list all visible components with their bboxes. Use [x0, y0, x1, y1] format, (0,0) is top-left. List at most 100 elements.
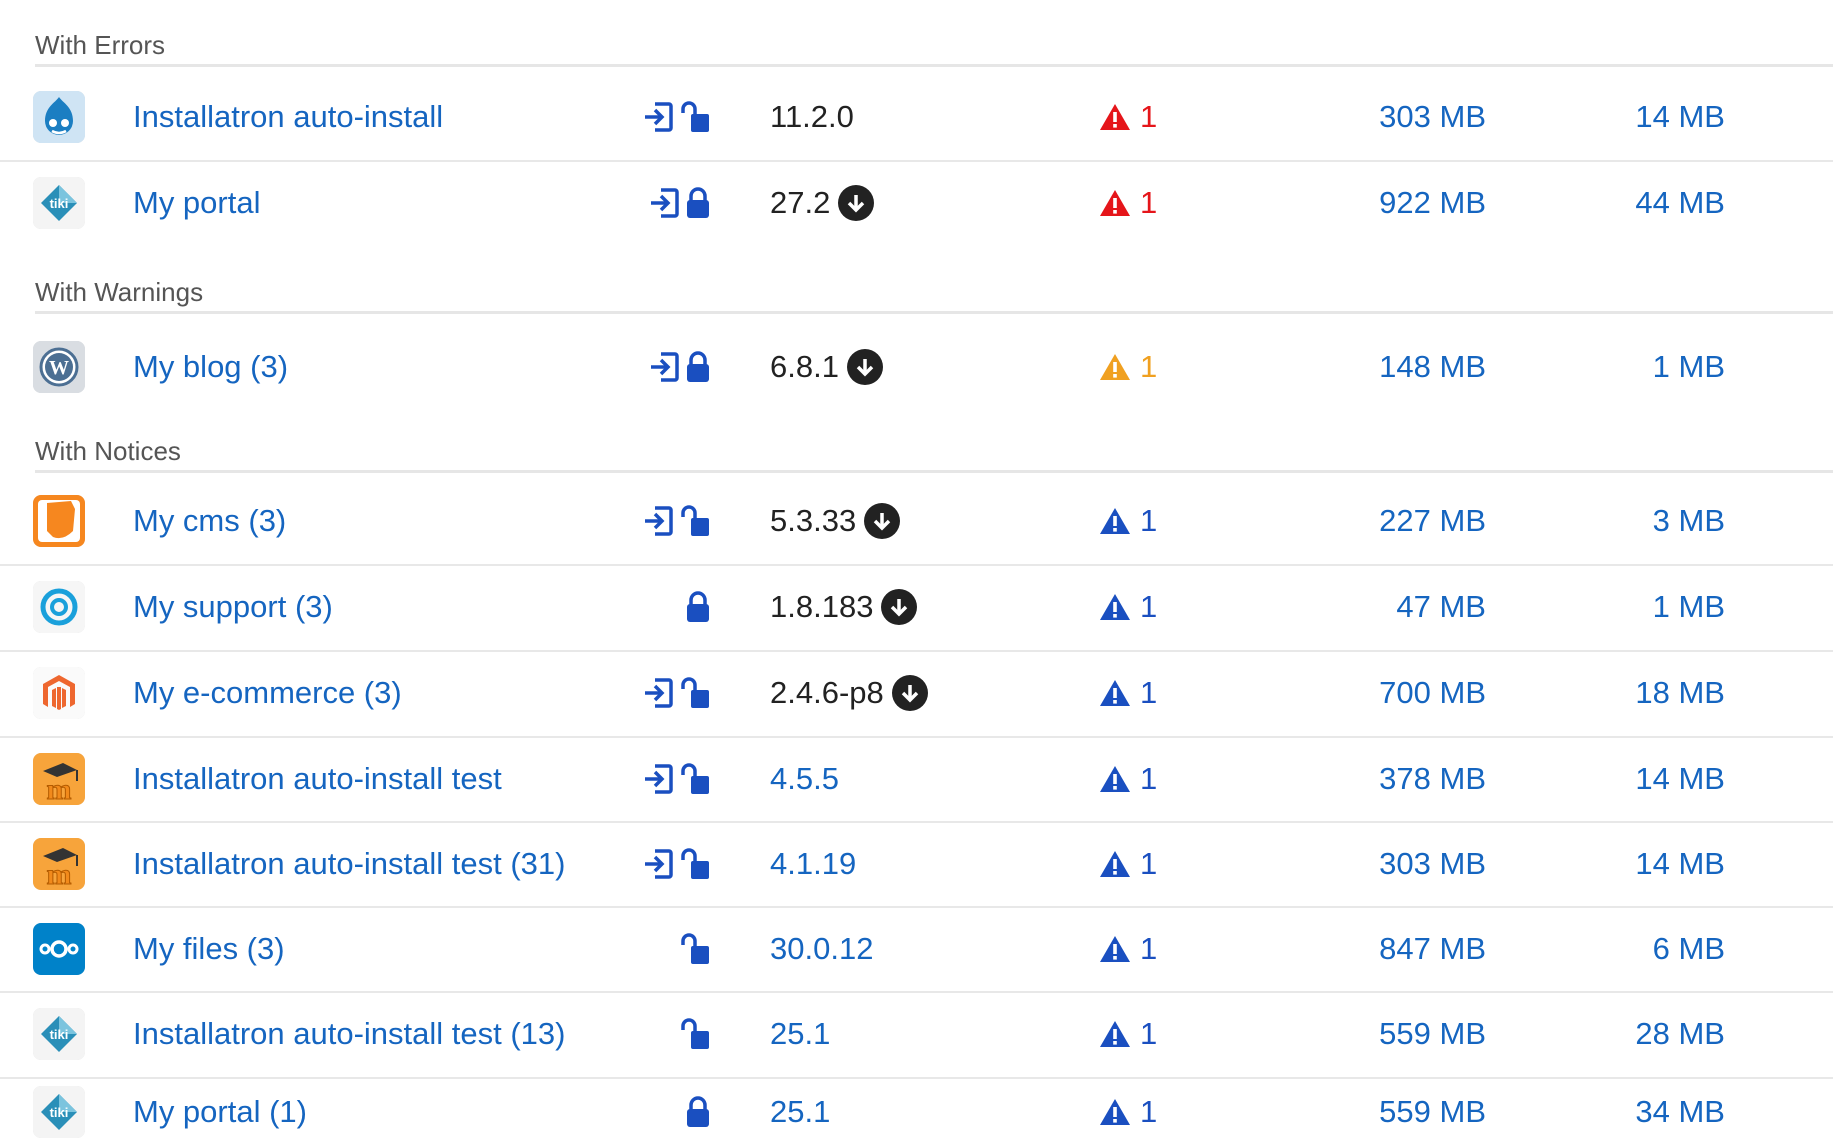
issue-count: 1 [1140, 1093, 1158, 1129]
lock-icon[interactable] [686, 350, 710, 383]
installation-name-link[interactable]: My files (3) [133, 931, 285, 967]
installation-row[interactable]: Installatron auto-install 11.2.0 1 303 MB 14… [0, 73, 1833, 162]
unlock-icon[interactable] [680, 762, 710, 795]
database-size[interactable]: 18 MB [1560, 650, 1725, 736]
lock-icon[interactable] [686, 186, 710, 219]
svg-text:tiki: tiki [50, 196, 69, 211]
disk-usage[interactable]: 47 MB [1300, 564, 1486, 650]
installation-row[interactable]: W My blog (3) 6.8.1 1 148 MB 1 MB [0, 319, 1833, 414]
notice-icon [1098, 849, 1132, 879]
issues-cell[interactable]: 1 [1098, 821, 1157, 906]
login-icon[interactable] [648, 351, 680, 383]
installation-row[interactable]: My cms (3) 5.3.33 1 227 MB 3 MB [0, 477, 1833, 566]
update-available-icon[interactable] [881, 589, 918, 625]
unlock-icon[interactable] [680, 847, 710, 880]
lock-icon[interactable] [686, 591, 710, 623]
installation-name-link[interactable]: Installatron auto-install test [133, 761, 502, 797]
unlock-icon[interactable] [680, 677, 710, 709]
installation-name-link[interactable]: Installatron auto-install test (13) [133, 1016, 566, 1052]
update-available-icon[interactable] [864, 502, 901, 539]
disk-usage[interactable]: 847 MB [1300, 906, 1486, 991]
update-available-icon[interactable] [891, 675, 928, 711]
version-cell: 30.0.12 [770, 906, 873, 991]
notice-icon [1098, 1097, 1132, 1127]
installation-row[interactable]: My e-commerce (3) 2.4.6-p8 1 700 MB 18 MB [0, 650, 1833, 738]
unlock-icon[interactable] [680, 1018, 710, 1050]
database-size[interactable]: 3 MB [1560, 477, 1725, 564]
installation-name-link[interactable]: My blog (3) [133, 349, 288, 385]
database-size[interactable]: 14 MB [1560, 736, 1725, 821]
version-cell: 4.1.19 [770, 821, 856, 906]
section-header: With Notices [35, 436, 1833, 473]
version-label: 2.4.6-p8 [770, 675, 884, 710]
installation-name-link[interactable]: My support (3) [133, 589, 333, 625]
unlock-icon[interactable] [680, 932, 710, 965]
update-available-icon[interactable] [838, 184, 875, 221]
issues-cell[interactable]: 1 [1098, 736, 1157, 821]
version-label[interactable]: 30.0.12 [770, 931, 873, 967]
installation-name-link[interactable]: My portal [133, 185, 260, 221]
disk-usage[interactable]: 559 MB [1300, 1077, 1486, 1146]
login-icon[interactable] [642, 848, 674, 880]
installation-row[interactable]: m Installatron auto-install test (31) 4.1.… [0, 821, 1833, 908]
version-label: 5.3.33 [770, 502, 857, 538]
database-size[interactable]: 34 MB [1560, 1077, 1725, 1146]
lock-icon[interactable] [686, 1095, 710, 1128]
version-label: 1.8.183 [770, 589, 874, 624]
disk-usage[interactable]: 378 MB [1300, 736, 1486, 821]
issue-count: 1 [1140, 675, 1158, 710]
issues-cell[interactable]: 1 [1098, 160, 1157, 245]
error-icon [1098, 102, 1132, 132]
login-icon[interactable] [642, 101, 674, 133]
database-size[interactable]: 6 MB [1560, 906, 1725, 991]
installation-name-link[interactable]: My e-commerce (3) [133, 675, 402, 711]
database-size[interactable]: 1 MB [1560, 319, 1725, 414]
version-label[interactable]: 25.1 [770, 1094, 830, 1130]
database-size[interactable]: 14 MB [1560, 821, 1725, 906]
issues-cell[interactable]: 1 [1098, 73, 1157, 160]
issues-cell[interactable]: 1 [1098, 991, 1157, 1077]
issues-cell[interactable]: 1 [1098, 650, 1157, 736]
version-label: 6.8.1 [770, 348, 839, 384]
login-icon[interactable] [642, 763, 674, 795]
issues-cell[interactable]: 1 [1098, 1077, 1157, 1146]
version-label[interactable]: 4.5.5 [770, 761, 839, 797]
installation-name-cell: Installatron auto-install test (13) [133, 991, 566, 1077]
moodle-icon: m [33, 752, 85, 805]
database-size[interactable]: 28 MB [1560, 991, 1725, 1077]
version-label[interactable]: 4.1.19 [770, 846, 856, 882]
disk-usage[interactable]: 148 MB [1300, 319, 1486, 414]
installation-name-link[interactable]: Installatron auto-install [133, 99, 443, 135]
disk-usage[interactable]: 303 MB [1300, 73, 1486, 160]
installation-row[interactable]: tiki Installatron auto-install test (13) 2… [0, 991, 1833, 1079]
disk-usage[interactable]: 922 MB [1300, 160, 1486, 245]
installation-name-link[interactable]: My cms (3) [133, 503, 286, 539]
disk-usage[interactable]: 303 MB [1300, 821, 1486, 906]
disk-usage[interactable]: 559 MB [1300, 991, 1486, 1077]
installation-row[interactable]: tiki My portal 27.2 1 922 MB 44 MB [0, 160, 1833, 245]
installation-row[interactable]: m Installatron auto-install test 4.5.5 1 378… [0, 736, 1833, 823]
issues-cell[interactable]: 1 [1098, 477, 1157, 564]
database-size[interactable]: 14 MB [1560, 73, 1725, 160]
version-label[interactable]: 25.1 [770, 1016, 830, 1052]
login-icon[interactable] [642, 505, 674, 537]
login-icon[interactable] [648, 187, 680, 219]
issues-cell[interactable]: 1 [1098, 319, 1157, 414]
database-size[interactable]: 44 MB [1560, 160, 1725, 245]
unlock-icon[interactable] [680, 100, 710, 133]
disk-usage[interactable]: 700 MB [1300, 650, 1486, 736]
action-icons [560, 1077, 710, 1146]
disk-usage[interactable]: 227 MB [1300, 477, 1486, 564]
installation-name-link[interactable]: My portal (1) [133, 1094, 307, 1130]
issues-cell[interactable]: 1 [1098, 906, 1157, 991]
installation-name-link[interactable]: Installatron auto-install test (31) [133, 846, 566, 882]
unlock-icon[interactable] [680, 504, 710, 537]
issues-cell[interactable]: 1 [1098, 564, 1157, 650]
installation-row[interactable]: tiki My portal (1) 25.1 1 559 MB 34 MB [0, 1077, 1833, 1146]
database-size[interactable]: 1 MB [1560, 564, 1725, 650]
update-available-icon[interactable] [846, 348, 883, 385]
login-icon[interactable] [642, 677, 674, 709]
installation-row[interactable]: My support (3) 1.8.183 1 47 MB 1 MB [0, 564, 1833, 652]
installation-row[interactable]: My files (3) 30.0.12 1 847 MB 6 MB [0, 906, 1833, 993]
section-header: With Errors [35, 30, 1833, 67]
